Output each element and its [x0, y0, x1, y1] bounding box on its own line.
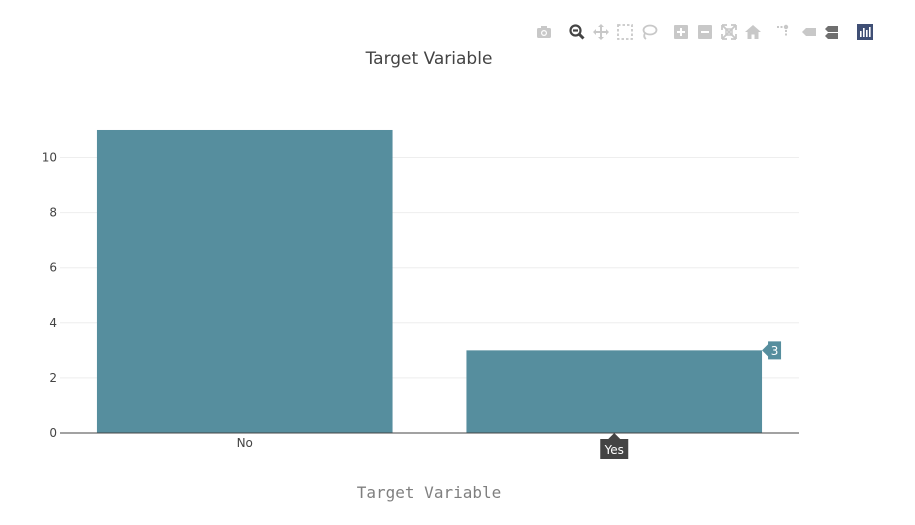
hover-axis-text: Yes — [604, 443, 624, 457]
y-tick-label: 10 — [42, 151, 57, 165]
hover-value-label: 3 — [762, 341, 782, 360]
y-axis-ticks: 0 2 4 6 8 10 — [42, 151, 57, 440]
x-axis-ticks: No — [237, 436, 253, 450]
y-tick-label: 8 — [49, 206, 57, 220]
hover-value-text: 3 — [771, 344, 779, 358]
y-tick-label: 6 — [49, 261, 57, 275]
bars — [96, 129, 763, 434]
y-tick-label: 2 — [49, 371, 57, 385]
bar-yes[interactable] — [466, 350, 763, 433]
y-tick-label: 4 — [49, 316, 57, 330]
x-tick-label: No — [237, 436, 253, 450]
chart-title: Target Variable — [365, 49, 493, 69]
bar-chart: 0 2 4 6 8 10 No Target Variable Target Variab… — [42, 49, 799, 502]
x-axis-title: Target Variable — [357, 483, 502, 502]
bar-no[interactable] — [96, 129, 393, 434]
hover-axis-label: Yes — [600, 433, 629, 459]
y-tick-label: 0 — [49, 426, 57, 440]
